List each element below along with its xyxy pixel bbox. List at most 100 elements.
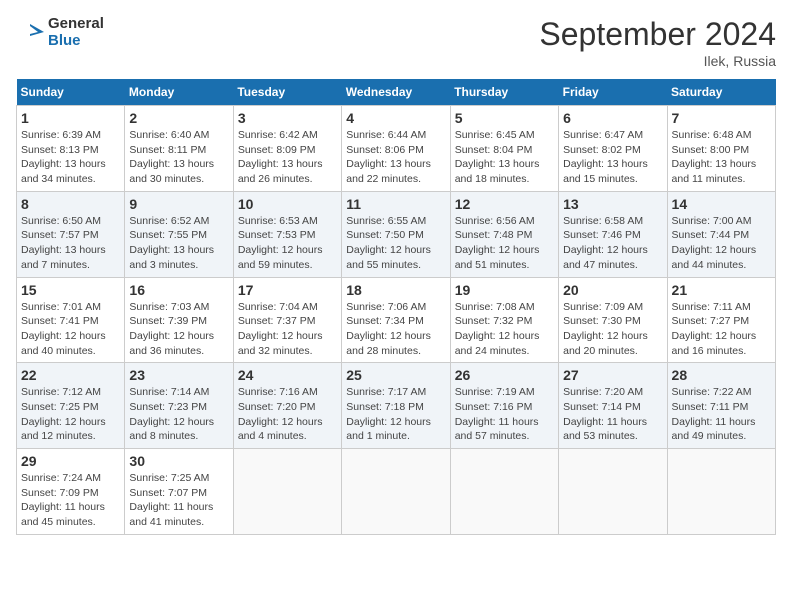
day-number: 28 xyxy=(672,367,771,383)
day-info: Sunrise: 7:08 AMSunset: 7:32 PMDaylight:… xyxy=(455,300,554,359)
day-number: 22 xyxy=(21,367,120,383)
weekday-header-monday: Monday xyxy=(125,79,233,106)
calendar-cell xyxy=(233,449,341,535)
day-info: Sunrise: 7:00 AMSunset: 7:44 PMDaylight:… xyxy=(672,214,771,273)
calendar-week-row: 8 Sunrise: 6:50 AMSunset: 7:57 PMDaylight… xyxy=(17,191,776,277)
day-info: Sunrise: 6:44 AMSunset: 8:06 PMDaylight:… xyxy=(346,128,445,187)
day-info: Sunrise: 6:48 AMSunset: 8:00 PMDaylight:… xyxy=(672,128,771,187)
day-number: 11 xyxy=(346,196,445,212)
day-number: 14 xyxy=(672,196,771,212)
day-number: 30 xyxy=(129,453,228,469)
weekday-header-saturday: Saturday xyxy=(667,79,775,106)
day-info: Sunrise: 6:53 AMSunset: 7:53 PMDaylight:… xyxy=(238,214,337,273)
day-info: Sunrise: 6:52 AMSunset: 7:55 PMDaylight:… xyxy=(129,214,228,273)
calendar-cell: 29Sunrise: 7:24 AMSunset: 7:09 PMDayligh… xyxy=(17,449,125,535)
logo: General Blue xyxy=(16,16,104,49)
logo-text-general: General xyxy=(48,16,104,33)
calendar-cell: 28 Sunrise: 7:22 AMSunset: 7:11 PMDayligh… xyxy=(667,363,775,449)
calendar-cell xyxy=(559,449,667,535)
calendar-cell: 26Sunrise: 7:19 AMSunset: 7:16 PMDayligh… xyxy=(450,363,558,449)
day-info: Sunrise: 6:39 AMSunset: 8:13 PMDaylight:… xyxy=(21,128,120,187)
calendar-cell: 2Sunrise: 6:40 AMSunset: 8:11 PMDaylight… xyxy=(125,106,233,192)
day-number: 26 xyxy=(455,367,554,383)
calendar-cell: 6 Sunrise: 6:47 AMSunset: 8:02 PMDaylight… xyxy=(559,106,667,192)
page-header: General Blue September 2024 Ilek, Russia xyxy=(16,16,776,69)
calendar-cell: 14 Sunrise: 7:00 AMSunset: 7:44 PMDayligh… xyxy=(667,191,775,277)
day-number: 7 xyxy=(672,110,771,126)
calendar-cell xyxy=(342,449,450,535)
location: Ilek, Russia xyxy=(539,53,776,69)
calendar-cell: 13 Sunrise: 6:58 AMSunset: 7:46 PMDayligh… xyxy=(559,191,667,277)
day-info: Sunrise: 6:40 AMSunset: 8:11 PMDaylight:… xyxy=(129,128,228,187)
day-number: 9 xyxy=(129,196,228,212)
day-info: Sunrise: 7:14 AMSunset: 7:23 PMDaylight:… xyxy=(129,385,228,444)
day-info: Sunrise: 7:24 AMSunset: 7:09 PMDaylight:… xyxy=(21,471,120,530)
calendar-cell xyxy=(450,449,558,535)
calendar-cell: 25 Sunrise: 7:17 AMSunset: 7:18 PMDayligh… xyxy=(342,363,450,449)
calendar-cell: 15Sunrise: 7:01 AMSunset: 7:41 PMDayligh… xyxy=(17,277,125,363)
weekday-header-tuesday: Tuesday xyxy=(233,79,341,106)
day-number: 3 xyxy=(238,110,337,126)
day-info: Sunrise: 6:50 AMSunset: 7:57 PMDaylight:… xyxy=(21,214,120,273)
day-info: Sunrise: 7:22 AMSunset: 7:11 PMDaylight:… xyxy=(672,385,771,444)
calendar-week-row: 22 Sunrise: 7:12 AMSunset: 7:25 PMDayligh… xyxy=(17,363,776,449)
month-title: September 2024 xyxy=(539,16,776,53)
calendar-cell: 21Sunrise: 7:11 AMSunset: 7:27 PMDayligh… xyxy=(667,277,775,363)
calendar-cell: 20 Sunrise: 7:09 AMSunset: 7:30 PMDayligh… xyxy=(559,277,667,363)
calendar-cell: 5 Sunrise: 6:45 AMSunset: 8:04 PMDaylight… xyxy=(450,106,558,192)
calendar-cell: 4 Sunrise: 6:44 AMSunset: 8:06 PMDaylight… xyxy=(342,106,450,192)
day-number: 1 xyxy=(21,110,120,126)
day-number: 19 xyxy=(455,282,554,298)
day-info: Sunrise: 7:16 AMSunset: 7:20 PMDaylight:… xyxy=(238,385,337,444)
day-number: 6 xyxy=(563,110,662,126)
calendar-cell: 22 Sunrise: 7:12 AMSunset: 7:25 PMDayligh… xyxy=(17,363,125,449)
calendar-cell: 30Sunrise: 7:25 AMSunset: 7:07 PMDayligh… xyxy=(125,449,233,535)
day-number: 24 xyxy=(238,367,337,383)
day-info: Sunrise: 7:06 AMSunset: 7:34 PMDaylight:… xyxy=(346,300,445,359)
calendar-cell: 18 Sunrise: 7:06 AMSunset: 7:34 PMDayligh… xyxy=(342,277,450,363)
calendar-cell: 27Sunrise: 7:20 AMSunset: 7:14 PMDayligh… xyxy=(559,363,667,449)
day-number: 18 xyxy=(346,282,445,298)
day-info: Sunrise: 6:45 AMSunset: 8:04 PMDaylight:… xyxy=(455,128,554,187)
weekday-header-row: SundayMondayTuesdayWednesdayThursdayFrid… xyxy=(17,79,776,106)
calendar-week-row: 29Sunrise: 7:24 AMSunset: 7:09 PMDayligh… xyxy=(17,449,776,535)
weekday-header-thursday: Thursday xyxy=(450,79,558,106)
day-number: 15 xyxy=(21,282,120,298)
day-number: 5 xyxy=(455,110,554,126)
day-info: Sunrise: 7:09 AMSunset: 7:30 PMDaylight:… xyxy=(563,300,662,359)
day-number: 4 xyxy=(346,110,445,126)
day-info: Sunrise: 6:56 AMSunset: 7:48 PMDaylight:… xyxy=(455,214,554,273)
day-info: Sunrise: 7:12 AMSunset: 7:25 PMDaylight:… xyxy=(21,385,120,444)
day-number: 23 xyxy=(129,367,228,383)
calendar-cell: 19 Sunrise: 7:08 AMSunset: 7:32 PMDayligh… xyxy=(450,277,558,363)
day-number: 16 xyxy=(129,282,228,298)
day-info: Sunrise: 7:20 AMSunset: 7:14 PMDaylight:… xyxy=(563,385,662,444)
calendar-cell: 3 Sunrise: 6:42 AMSunset: 8:09 PMDaylight… xyxy=(233,106,341,192)
weekday-header-wednesday: Wednesday xyxy=(342,79,450,106)
calendar-week-row: 15Sunrise: 7:01 AMSunset: 7:41 PMDayligh… xyxy=(17,277,776,363)
day-info: Sunrise: 6:42 AMSunset: 8:09 PMDaylight:… xyxy=(238,128,337,187)
weekday-header-friday: Friday xyxy=(559,79,667,106)
day-info: Sunrise: 6:55 AMSunset: 7:50 PMDaylight:… xyxy=(346,214,445,273)
calendar-cell: 17 Sunrise: 7:04 AMSunset: 7:37 PMDayligh… xyxy=(233,277,341,363)
day-number: 20 xyxy=(563,282,662,298)
calendar-table: SundayMondayTuesdayWednesdayThursdayFrid… xyxy=(16,79,776,535)
day-number: 8 xyxy=(21,196,120,212)
day-info: Sunrise: 6:58 AMSunset: 7:46 PMDaylight:… xyxy=(563,214,662,273)
calendar-cell: 11 Sunrise: 6:55 AMSunset: 7:50 PMDayligh… xyxy=(342,191,450,277)
calendar-cell: 1 Sunrise: 6:39 AMSunset: 8:13 PMDaylight… xyxy=(17,106,125,192)
calendar-cell: 7 Sunrise: 6:48 AMSunset: 8:00 PMDaylight… xyxy=(667,106,775,192)
calendar-cell: 10Sunrise: 6:53 AMSunset: 7:53 PMDayligh… xyxy=(233,191,341,277)
day-number: 21 xyxy=(672,282,771,298)
day-number: 12 xyxy=(455,196,554,212)
day-info: Sunrise: 6:47 AMSunset: 8:02 PMDaylight:… xyxy=(563,128,662,187)
day-number: 25 xyxy=(346,367,445,383)
calendar-cell: 24 Sunrise: 7:16 AMSunset: 7:20 PMDayligh… xyxy=(233,363,341,449)
day-number: 13 xyxy=(563,196,662,212)
calendar-week-row: 1 Sunrise: 6:39 AMSunset: 8:13 PMDaylight… xyxy=(17,106,776,192)
day-info: Sunrise: 7:17 AMSunset: 7:18 PMDaylight:… xyxy=(346,385,445,444)
day-info: Sunrise: 7:04 AMSunset: 7:37 PMDaylight:… xyxy=(238,300,337,359)
title-area: September 2024 Ilek, Russia xyxy=(539,16,776,69)
logo-bird-icon xyxy=(16,18,46,48)
day-number: 17 xyxy=(238,282,337,298)
